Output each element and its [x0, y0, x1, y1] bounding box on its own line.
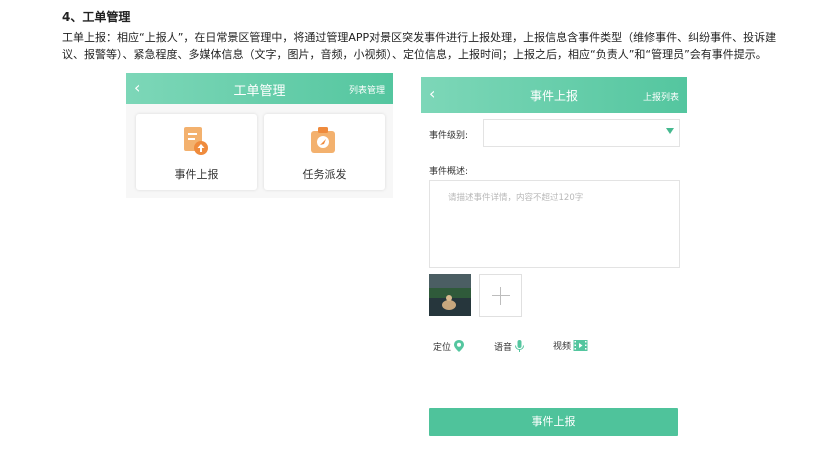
report-list-link[interactable]: 上报列表	[643, 90, 679, 103]
tool-label: 语音	[494, 342, 513, 353]
list-manage-link[interactable]: 列表管理	[349, 83, 385, 96]
work-order-screen: ‹ 工单管理 列表管理 事件上报 任务派发	[126, 73, 393, 198]
report-event-tile[interactable]: 事件上报	[136, 114, 257, 190]
description-label: 事件概述:	[429, 167, 469, 177]
microphone-icon	[515, 340, 525, 352]
tile-label: 任务派发	[302, 168, 347, 181]
tool-label: 视频	[553, 342, 572, 352]
location-pin-icon	[454, 340, 465, 352]
tile-label: 事件上报	[174, 168, 219, 181]
plus-icon	[492, 295, 510, 296]
dropdown-caret-icon	[666, 128, 674, 134]
attached-photo-thumbnail[interactable]	[429, 274, 471, 316]
dispatch-task-tile[interactable]: 任务派发	[264, 114, 385, 190]
section-paragraph: 工单上报：相应“上报人”，在日常景区管理中，将通过管理APP对景区突发事件进行上…	[62, 31, 777, 61]
description-textarea[interactable]: 请描述事件详情，内容不超过120字	[429, 180, 680, 268]
report-upload-icon	[184, 127, 208, 155]
task-dispatch-icon	[311, 127, 335, 153]
video-icon	[573, 340, 588, 351]
level-select[interactable]	[483, 119, 680, 147]
level-label: 事件级别:	[429, 131, 469, 141]
document-text: 4、工单管理 工单上报：相应“上报人”，在日常景区管理中，将通过管理APP对景区…	[62, 8, 782, 63]
tool-label: 定位	[433, 342, 452, 353]
header-bar: ‹ 工单管理 列表管理	[126, 73, 393, 104]
section-heading: 4、工单管理	[62, 10, 131, 24]
submit-report-button[interactable]: 事件上报	[429, 408, 678, 436]
location-tool[interactable]: 定位	[433, 339, 465, 353]
header-bar: ‹ 事件上报 上报列表	[421, 77, 687, 113]
description-placeholder: 请描述事件详情，内容不超过120字	[448, 193, 584, 203]
add-media-button[interactable]	[479, 274, 522, 317]
event-report-screen: ‹ 事件上报 上报列表 事件级别: 事件概述: 请描述事件详情，内容不超过120…	[421, 77, 687, 476]
voice-tool[interactable]: 语音	[494, 339, 525, 353]
video-tool[interactable]: 视频	[553, 339, 588, 352]
